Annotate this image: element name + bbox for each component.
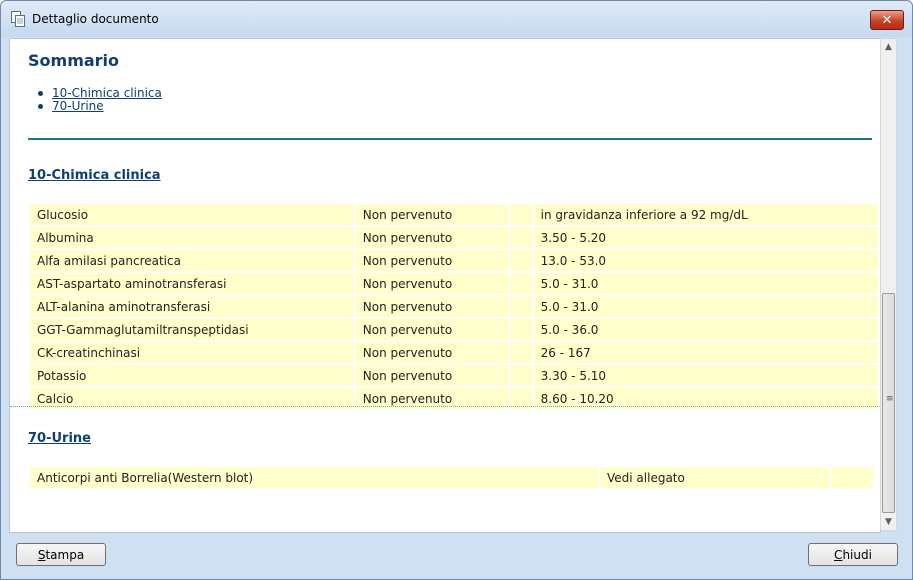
- result-row: Glucosio Non pervenuto in gravidanza infer…: [30, 204, 878, 225]
- cell-flag: [509, 342, 532, 363]
- cell-name: ALT-alanina aminotransferasi: [30, 296, 354, 317]
- cell-range: 26 - 167: [533, 342, 878, 363]
- cell-result: Non pervenuto: [355, 296, 508, 317]
- dialog-window: Dettaglio documento ✕ Sommario 10-Chimic…: [0, 0, 913, 580]
- result-row: Potassio Non pervenuto 3.30 - 5.10: [30, 365, 878, 386]
- scroll-down-arrow-icon[interactable]: ▼: [881, 514, 896, 530]
- cell-flag: [509, 250, 532, 271]
- close-window-button[interactable]: ✕: [870, 10, 904, 30]
- section-title-chimica[interactable]: 10-Chimica clinica: [28, 168, 161, 183]
- page-break-line: [10, 406, 880, 407]
- cell-range: 3.30 - 5.10: [533, 365, 878, 386]
- cell-name: GGT-Gammaglutamiltranspeptidasi: [30, 319, 354, 340]
- cell-result: Non pervenuto: [355, 204, 508, 225]
- document-content[interactable]: Sommario 10-Chimica clinica 70-Urine 10-…: [9, 38, 881, 533]
- title-bar[interactable]: Dettaglio documento ✕: [1, 1, 912, 37]
- cell-flag: [509, 296, 532, 317]
- results-table-urine: Anticorpi anti Borrelia(Western blot) Ved…: [28, 465, 875, 490]
- result-row: Anticorpi anti Borrelia(Western blot) Ved…: [30, 467, 873, 488]
- summary-link-urine[interactable]: 70-Urine: [52, 99, 104, 113]
- result-row: Albumina Non pervenuto 3.50 - 5.20: [30, 227, 878, 248]
- section-title-urine[interactable]: 70-Urine: [28, 431, 91, 446]
- cell-range: 5.0 - 36.0: [533, 319, 878, 340]
- cell-result: Non pervenuto: [355, 342, 508, 363]
- cell-flag: [509, 227, 532, 248]
- close-icon: ✕: [881, 12, 893, 28]
- section-separator: [28, 138, 872, 140]
- cell-result: Non pervenuto: [355, 273, 508, 294]
- summary-item: 70-Urine: [38, 99, 162, 113]
- scroll-thumb[interactable]: ≡: [882, 293, 895, 513]
- cell-flag: [832, 467, 873, 488]
- window-title: Dettaglio documento: [32, 12, 159, 26]
- grip-icon: ≡: [886, 394, 894, 404]
- print-button[interactable]: Stampa: [16, 543, 106, 566]
- cell-result: Non pervenuto: [355, 250, 508, 271]
- cell-name: Albumina: [30, 227, 354, 248]
- cell-name: Potassio: [30, 365, 354, 386]
- cell-flag: [509, 204, 532, 225]
- cell-name: Glucosio: [30, 204, 354, 225]
- cell-range: 5.0 - 31.0: [533, 296, 878, 317]
- print-button-label: tampa: [45, 548, 85, 562]
- summary-heading: Sommario: [28, 51, 120, 70]
- cell-range: in gravidanza inferiore a 92 mg/dL: [533, 204, 878, 225]
- scroll-up-arrow-icon[interactable]: ▲: [881, 39, 896, 55]
- results-table-chimica: Glucosio Non pervenuto in gravidanza infer…: [28, 202, 880, 411]
- cell-name: AST-aspartato aminotransferasi: [30, 273, 354, 294]
- result-row: Alfa amilasi pancreatica Non pervenuto 13.…: [30, 250, 878, 271]
- summary-link-chimica[interactable]: 10-Chimica clinica: [52, 86, 162, 100]
- result-row: AST-aspartato aminotransferasi Non perven…: [30, 273, 878, 294]
- cell-flag: [509, 319, 532, 340]
- cell-name: Alfa amilasi pancreatica: [30, 250, 354, 271]
- cell-result: Non pervenuto: [355, 365, 508, 386]
- cell-flag: [509, 273, 532, 294]
- cell-result: Non pervenuto: [355, 227, 508, 248]
- cell-result: Non pervenuto: [355, 319, 508, 340]
- result-row: ALT-alanina aminotransferasi Non pervenut…: [30, 296, 878, 317]
- result-row: GGT-Gammaglutamiltranspeptidasi Non perve…: [30, 319, 878, 340]
- cell-range: 3.50 - 5.20: [533, 227, 878, 248]
- cell-result: Vedi allegato: [600, 467, 830, 488]
- summary-list: 10-Chimica clinica 70-Urine: [38, 86, 162, 113]
- close-button[interactable]: Chiudi: [808, 543, 898, 566]
- cell-name: Anticorpi anti Borrelia(Western blot): [30, 467, 598, 488]
- cell-name: CK-creatinchinasi: [30, 342, 354, 363]
- cell-range: 5.0 - 31.0: [533, 273, 878, 294]
- document-copy-icon: [11, 11, 25, 27]
- close-button-label: hiudi: [842, 548, 872, 562]
- cell-range: 13.0 - 53.0: [533, 250, 878, 271]
- result-row: CK-creatinchinasi Non pervenuto 26 - 167: [30, 342, 878, 363]
- vertical-scrollbar[interactable]: ▲ ≡ ▼: [880, 38, 897, 531]
- cell-flag: [509, 365, 532, 386]
